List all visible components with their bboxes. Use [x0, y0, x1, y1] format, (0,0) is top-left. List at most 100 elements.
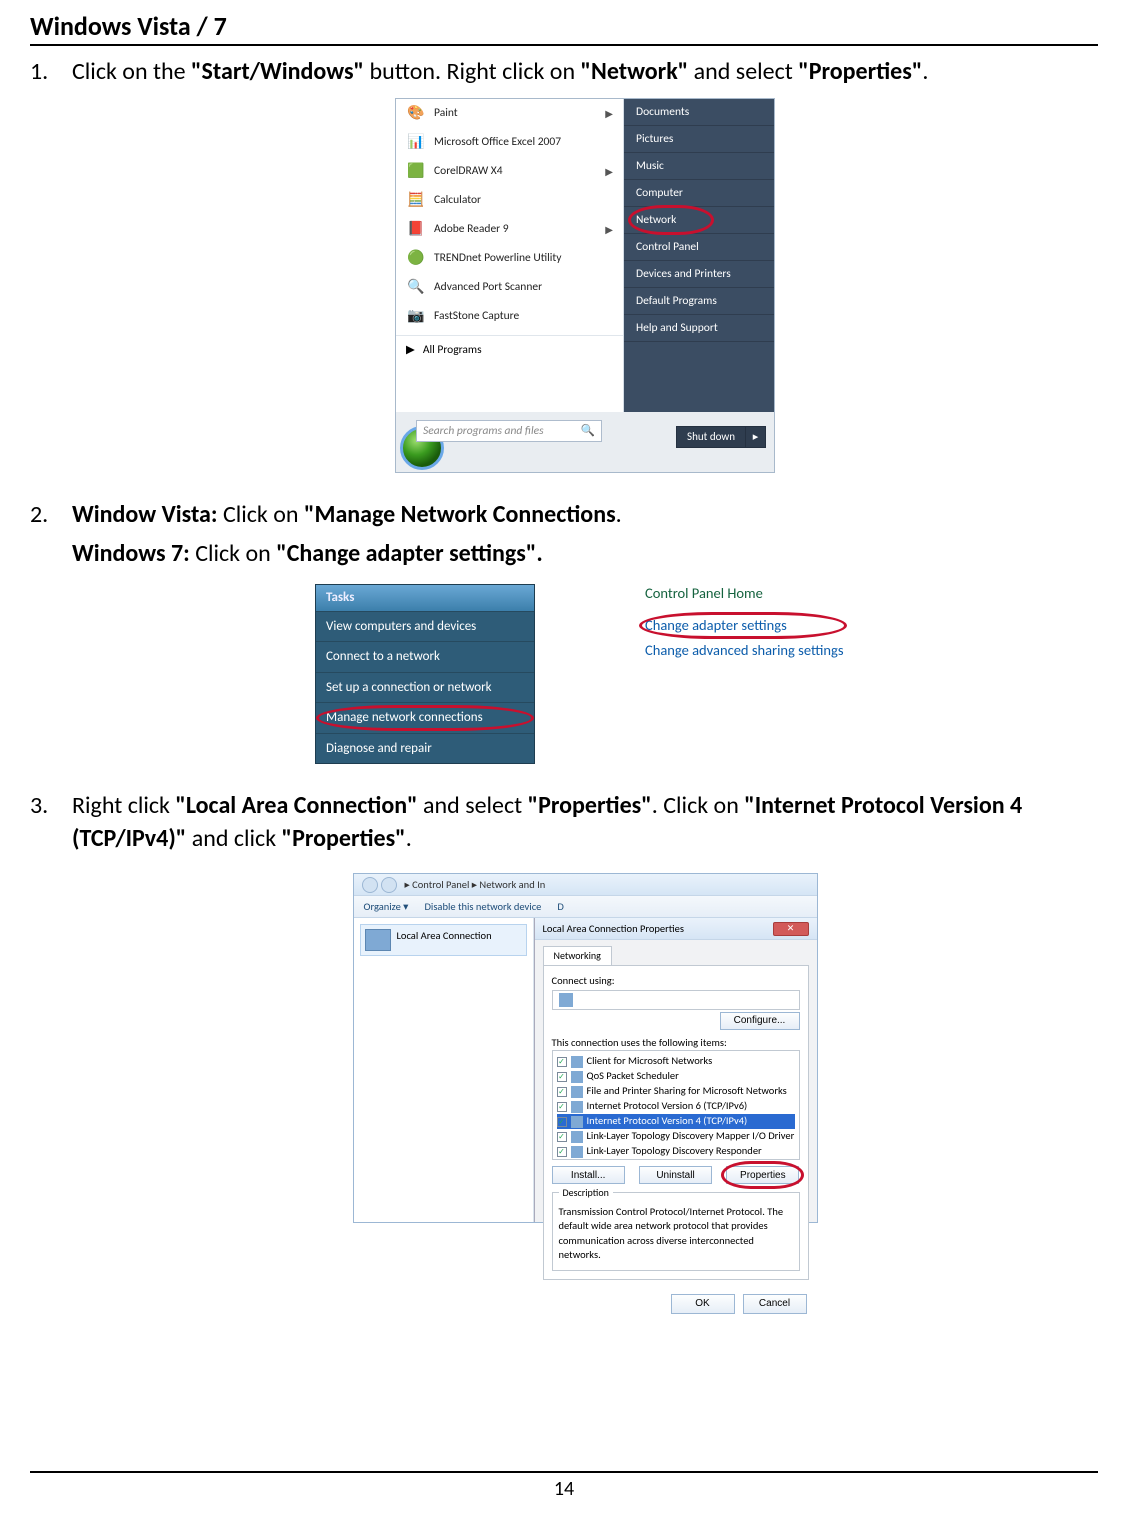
- start-right-item[interactable]: Devices and Printers: [624, 261, 774, 288]
- tab-networking[interactable]: Networking: [543, 946, 612, 965]
- app-icon: 🎨: [406, 104, 426, 124]
- search-icon: 🔍: [581, 424, 595, 440]
- breadcrumb[interactable]: ▸ Control Panel ▸ Network and In: [405, 878, 546, 892]
- connection-item-label: File and Printer Sharing for Microsoft N…: [587, 1084, 787, 1098]
- connection-item-label: Client for Microsoft Networks: [587, 1054, 713, 1068]
- checkbox-icon[interactable]: ✓: [557, 1147, 567, 1157]
- connection-item[interactable]: ✓ Internet Protocol Version 4 (TCP/IPv4): [557, 1114, 795, 1129]
- step1-text: .: [922, 57, 928, 86]
- back-icon[interactable]: [362, 877, 378, 893]
- step2-text: Click on: [190, 539, 276, 568]
- local-area-connection-item[interactable]: Local Area Connection: [360, 924, 527, 956]
- step2-vista-label: Window Vista:: [72, 500, 218, 529]
- page-number: 14: [30, 1471, 1098, 1501]
- close-icon[interactable]: ✕: [773, 922, 809, 936]
- lac-properties-dialog: Local Area Connection Properties ✕ Netwo…: [534, 918, 817, 1222]
- install-button[interactable]: Install...: [552, 1166, 625, 1184]
- connection-items-list[interactable]: ✓ Client for Microsoft Networks ✓ QoS Packe…: [552, 1050, 800, 1160]
- configure-button[interactable]: Configure...: [720, 1012, 800, 1030]
- checkbox-icon[interactable]: ✓: [557, 1087, 567, 1097]
- start-right-item[interactable]: Documents: [624, 99, 774, 126]
- connection-item[interactable]: ✓ QoS Packet Scheduler: [557, 1069, 795, 1084]
- start-right-item[interactable]: Pictures: [624, 126, 774, 153]
- start-menu-item[interactable]: 🧮Calculator: [396, 186, 623, 215]
- checkbox-icon[interactable]: ✓: [557, 1102, 567, 1112]
- connection-item[interactable]: ✓ Client for Microsoft Networks: [557, 1054, 795, 1069]
- start-right-item[interactable]: Computer: [624, 180, 774, 207]
- cp-home-link[interactable]: Change advanced sharing settings: [645, 641, 855, 661]
- adapter-field: [552, 990, 800, 1010]
- tasks-link[interactable]: View computers and devices: [316, 611, 534, 642]
- app-icon: 🟢: [406, 249, 426, 269]
- start-menu-item[interactable]: 🔍 Advanced Port Scanner: [396, 273, 623, 302]
- step1-bold-start: "Start/Windows": [191, 57, 364, 86]
- connection-item[interactable]: ✓Link-Layer Topology Discovery Mapper I/…: [557, 1129, 795, 1144]
- start-right-item[interactable]: Control Panel: [624, 234, 774, 261]
- step2-vista-action: "Manage Network Connections: [304, 500, 616, 529]
- start-right-item[interactable]: Help and Support: [624, 315, 774, 342]
- connection-item-label: QoS Packet Scheduler: [587, 1069, 679, 1083]
- step2-text: .: [616, 500, 622, 529]
- protocol-icon: [571, 1086, 583, 1098]
- start-search-input[interactable]: Search programs and files 🔍: [416, 420, 602, 442]
- checkbox-icon[interactable]: ✓: [557, 1117, 567, 1127]
- shutdown-label: Shut down: [687, 430, 735, 445]
- cp-home-link[interactable]: Change adapter settings: [645, 616, 855, 636]
- connection-item-label: Internet Protocol Version 4 (TCP/IPv4): [587, 1114, 748, 1128]
- nav-back-forward[interactable]: [362, 877, 397, 893]
- ok-button[interactable]: OK: [671, 1294, 735, 1314]
- step1-text: button. Right click on: [364, 57, 580, 86]
- start-item-label: Paint: [434, 106, 458, 122]
- organize-menu[interactable]: Organize ▾: [364, 900, 409, 914]
- shutdown-button[interactable]: Shut down ▸: [676, 426, 766, 448]
- start-item-label: Adobe Reader 9: [434, 222, 509, 238]
- step3-bold-lac: "Local Area Connection": [175, 791, 417, 820]
- uninstall-button[interactable]: Uninstall: [639, 1166, 712, 1184]
- all-programs-label: All Programs: [423, 343, 482, 359]
- step3-text: .: [406, 824, 412, 853]
- connection-item-label: Link-Layer Topology Discovery Responder: [587, 1144, 762, 1158]
- forward-icon[interactable]: [381, 877, 397, 893]
- start-item-label: TRENDnet Powerline Utility: [434, 251, 561, 267]
- section-heading: Windows Vista / 7: [30, 10, 1098, 46]
- app-icon: 🧮: [406, 191, 426, 211]
- connection-item-label: Internet Protocol Version 6 (TCP/IPv6): [587, 1099, 748, 1113]
- app-icon: 🔍: [406, 278, 426, 298]
- start-right-item[interactable]: Network: [624, 207, 774, 234]
- tasks-link[interactable]: Set up a connection or network: [316, 672, 534, 703]
- screenshot-cp-home: Control Panel Home Change adapter settin…: [645, 584, 855, 764]
- checkbox-icon[interactable]: ✓: [557, 1132, 567, 1142]
- start-menu-item[interactable]: 📕Adobe Reader 9▶: [396, 215, 623, 244]
- app-icon: 📊: [406, 133, 426, 153]
- properties-button[interactable]: Properties: [726, 1166, 799, 1184]
- step3-text: and click: [186, 824, 281, 853]
- start-menu-item[interactable]: 📊Microsoft Office Excel 2007: [396, 128, 623, 157]
- step-3: Right click "Local Area Connection" and …: [30, 790, 1098, 1223]
- shutdown-menu-arrow-icon[interactable]: ▸: [746, 426, 766, 448]
- disable-device-button[interactable]: Disable this network device: [424, 900, 541, 914]
- tasks-link[interactable]: Manage network connections: [316, 702, 534, 733]
- start-menu-item[interactable]: 🎨Paint▶: [396, 99, 623, 128]
- checkbox-icon[interactable]: ✓: [557, 1057, 567, 1067]
- cancel-button[interactable]: Cancel: [743, 1294, 807, 1314]
- lac-label: Local Area Connection: [397, 929, 492, 943]
- protocol-icon: [571, 1116, 583, 1128]
- step3-text: Right click: [72, 791, 175, 820]
- items-label: This connection uses the following items…: [552, 1036, 800, 1050]
- checkbox-icon[interactable]: ✓: [557, 1072, 567, 1082]
- connection-item[interactable]: ✓ File and Printer Sharing for Microsoft …: [557, 1084, 795, 1099]
- nic-icon: [559, 993, 573, 1007]
- start-right-item[interactable]: Default Programs: [624, 288, 774, 315]
- connection-item[interactable]: ✓ Internet Protocol Version 6 (TCP/IPv6): [557, 1099, 795, 1114]
- start-menu-item[interactable]: 📷FastStone Capture: [396, 302, 623, 331]
- screenshot-lac-properties: ▸ Control Panel ▸ Network and In Organiz…: [353, 873, 818, 1223]
- tasks-link[interactable]: Diagnose and repair: [316, 733, 534, 764]
- start-item-label: Advanced Port Scanner: [434, 280, 542, 296]
- all-programs[interactable]: ▶All Programs: [396, 335, 623, 365]
- screenshot-start-menu: 🎨Paint▶📊Microsoft Office Excel 2007🟩Core…: [395, 98, 775, 473]
- start-menu-item[interactable]: 🟢 TRENDnet Powerline Utility: [396, 244, 623, 273]
- start-right-item[interactable]: Music: [624, 153, 774, 180]
- tasks-link[interactable]: Connect to a network: [316, 641, 534, 672]
- connection-item[interactable]: ✓ Link-Layer Topology Discovery Responder: [557, 1144, 795, 1159]
- start-menu-item[interactable]: 🟩CorelDRAW X4▶: [396, 157, 623, 186]
